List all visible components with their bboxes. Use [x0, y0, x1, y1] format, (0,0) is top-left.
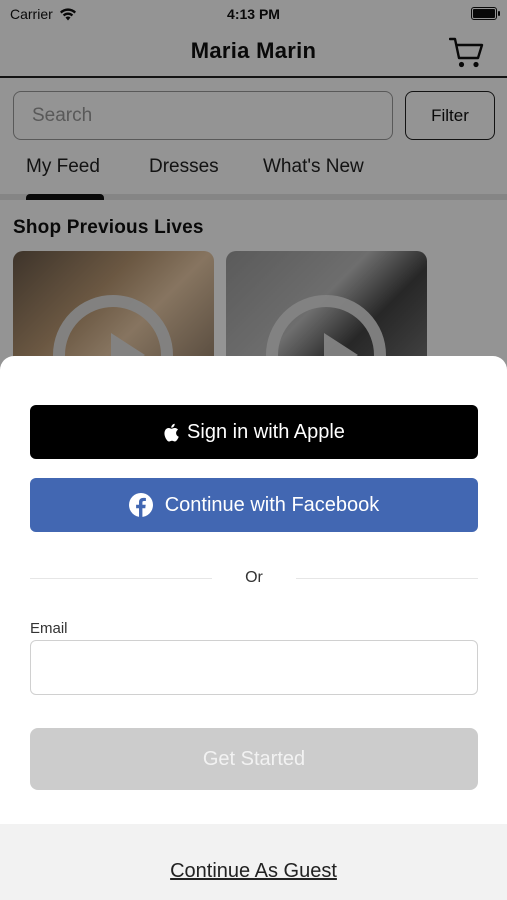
divider-line [296, 578, 478, 579]
apple-button-label: Sign in with Apple [187, 420, 345, 443]
continue-with-facebook-button[interactable]: Continue with Facebook [30, 478, 478, 532]
continue-as-guest-link[interactable]: Continue As Guest [0, 860, 507, 883]
sign-in-sheet: Sign in with Apple Continue with Faceboo… [0, 356, 507, 900]
apple-icon [164, 423, 179, 441]
facebook-button-label: Continue with Facebook [164, 493, 380, 516]
email-field[interactable] [30, 640, 478, 695]
or-divider: Or [30, 566, 478, 590]
get-started-button[interactable]: Get Started [30, 728, 478, 790]
email-label: Email [30, 620, 68, 637]
sign-in-with-apple-button[interactable]: Sign in with Apple [30, 405, 478, 459]
guest-footer: Continue As Guest [0, 824, 507, 900]
facebook-icon [128, 493, 153, 517]
